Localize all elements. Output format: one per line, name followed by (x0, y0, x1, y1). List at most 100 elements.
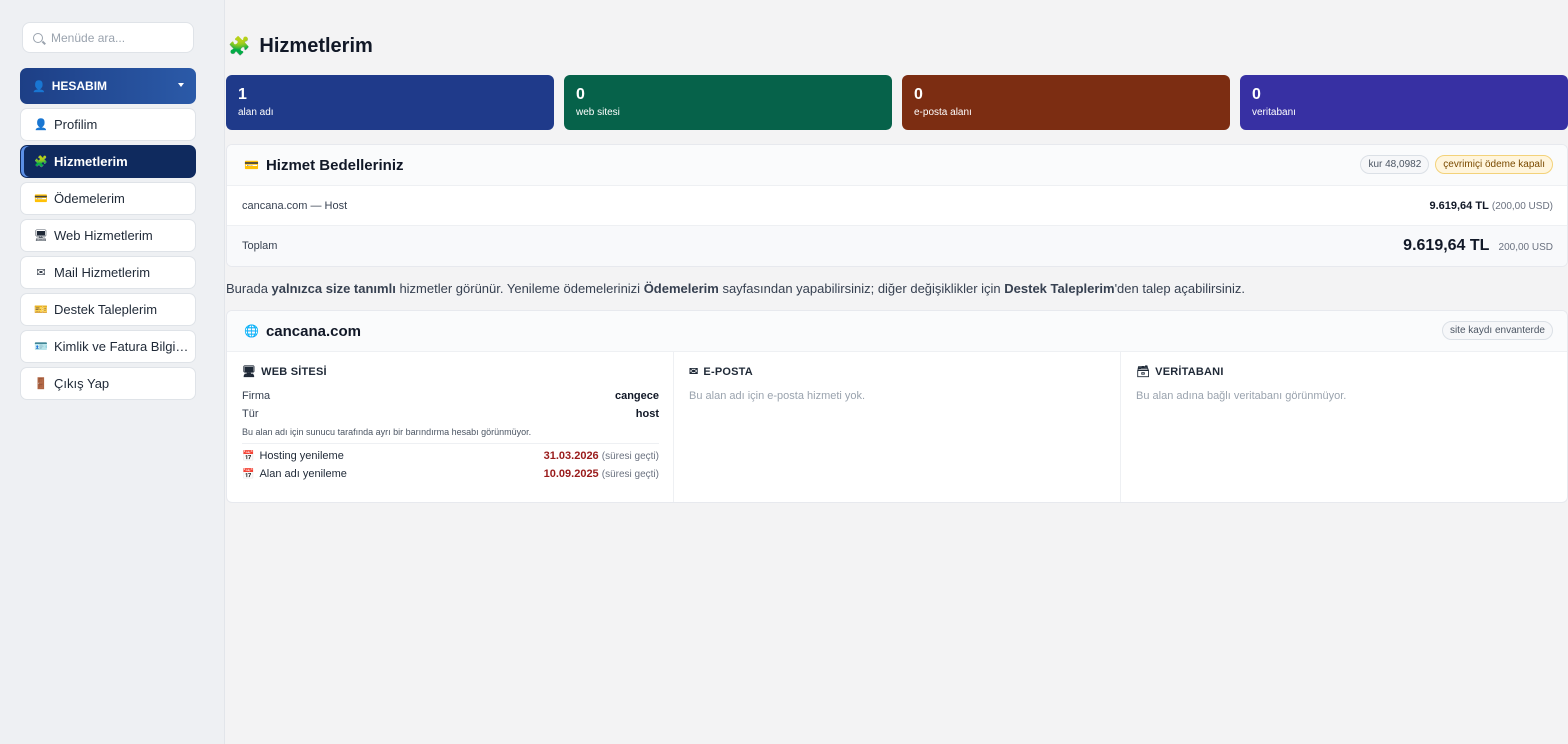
support-link-text: Destek Taleplerim (1004, 281, 1115, 296)
page-title-text: Hizmetlerim (259, 35, 373, 57)
website-title-text: WEB SİTESİ (261, 365, 327, 378)
email-empty-message: Bu alan adı için e-posta hizmeti yok. (689, 390, 866, 402)
online-payment-status-badge: çevrimiçi ödeme kapalı (1435, 155, 1553, 174)
domain-renewal-row: 📅 Alan adı yenileme 10.09.2025 (süresi ge… (242, 468, 659, 480)
domain-renewal-date: 10.09.2025 (543, 468, 599, 480)
website-section-title: 🖥 WEB SİTESİ (242, 365, 659, 379)
puzzle-icon: 🧩 (34, 156, 48, 168)
globe-icon: 🌐 (244, 324, 259, 338)
stat-domains: 1 alan adı (226, 75, 554, 130)
domain-renewal-status: (süresi geçti) (601, 469, 659, 480)
stat-label: alan adı (238, 107, 274, 118)
billing-card: 💳 Hizmet Bedelleriniz kur 48,0982 çevrim… (226, 144, 1568, 267)
email-column: ✉ E-POSTA Bu alan adı için e-posta hizme… (674, 352, 1121, 502)
account-section-label: HESABIM (51, 79, 108, 93)
sidebar-item-label: Hizmetlerim (54, 154, 128, 169)
payments-link-text: Ödemelerim (643, 281, 719, 296)
sidebar-item-label: Destek Taleplerim (54, 302, 158, 317)
billing-total-usd: 200,00 USD (1498, 242, 1553, 253)
sidebar-item-label: Profilim (54, 117, 98, 132)
stat-value: 1 (238, 86, 247, 103)
domain-services: 🖥 WEB SİTESİ Firma cangece Tür host Bu a… (227, 352, 1567, 502)
domain-badges: site kaydı envanterde (1441, 321, 1553, 340)
tur-label: Tür (242, 408, 259, 420)
sidebar-item-label: Web Hizmetlerim (54, 228, 153, 243)
monitor-icon: 🖥 (242, 366, 257, 378)
hosting-renewal-label: Hosting yenileme (259, 450, 344, 462)
email-section-title: ✉ E-POSTA (689, 365, 1106, 379)
stat-value: 0 (1252, 86, 1261, 103)
domain-name: cancana.com (265, 322, 361, 340)
database-section-title: 🗃 VERİTABANI (1136, 365, 1553, 379)
stat-value: 0 (914, 86, 923, 103)
sidebar-item-mail-hizmetlerim[interactable]: ✉ Mail Hizmetlerim (20, 256, 196, 289)
sidebar-item-web-hizmetlerim[interactable]: 🖥 Web Hizmetlerim (20, 219, 196, 252)
menu-search-input[interactable] (51, 30, 181, 45)
database-empty-message: Bu alan adına bağlı veritabanı görünmüyo… (1136, 390, 1347, 402)
domain-card: 🌐 cancana.com site kaydı envanterde 🖥 WE… (226, 310, 1568, 503)
hosting-renewal-row: 📅 Hosting yenileme 31.03.2026 (süresi geç… (242, 450, 659, 462)
website-column: 🖥 WEB SİTESİ Firma cangece Tür host Bu a… (227, 352, 674, 502)
chevron-down-icon (178, 83, 184, 87)
billing-line-amount: 9.619,64 TL (1429, 199, 1489, 212)
stat-websites: 0 web sitesi (564, 75, 892, 130)
billing-line-name: cancana.com — Host (242, 199, 348, 212)
stat-databases: 0 veritabanı (1240, 75, 1568, 130)
stat-label: veritabanı (1252, 107, 1296, 118)
info-note: Burada yalnızca size tanımlı hizmetler g… (226, 281, 1245, 296)
stat-label: e-posta alanı (914, 107, 972, 118)
monitor-icon: 🖥 (34, 230, 48, 242)
sidebar-item-kimlik-fatura[interactable]: 🪪 Kimlik ve Fatura Bilgileri (20, 330, 196, 363)
credit-card-icon: 💳 (34, 193, 48, 205)
page-title: 🧩 Hizmetlerim (228, 35, 373, 58)
note-emphasis: yalnızca size tanımlı (271, 281, 396, 296)
main-content: 🧩 Hizmetlerim 1 alan adı 0 web sitesi 0 … (226, 0, 1568, 744)
billing-card-header: 💳 Hizmet Bedelleriniz kur 48,0982 çevrim… (227, 145, 1567, 186)
account-section-toggle[interactable]: 👤 HESABIM (20, 68, 196, 104)
billing-total-amount: 9.619,64 TL (1403, 237, 1490, 254)
exchange-rate-badge: kur 48,0982 (1360, 155, 1430, 174)
id-card-icon: 🪪 (34, 341, 48, 353)
domain-renewal-label: Alan adı yenileme (259, 468, 347, 480)
envelope-icon: ✉ (689, 366, 699, 378)
stats-row: 1 alan adı 0 web sitesi 0 e-posta alanı … (226, 75, 1568, 130)
tur-value: host (635, 408, 659, 420)
billing-badges: kur 48,0982 çevrimiçi ödeme kapalı (1360, 155, 1553, 174)
billing-line-usd: (200,00 USD) (1491, 200, 1553, 212)
sidebar-item-destek-taleplerim[interactable]: 🎫 Destek Taleplerim (20, 293, 196, 326)
hosting-note: Bu alan adı için sunucu tarafında ayrı b… (242, 427, 659, 444)
sidebar-item-label: Kimlik ve Fatura Bilgileri (54, 339, 189, 354)
domain-card-header: 🌐 cancana.com site kaydı envanterde (227, 311, 1567, 352)
sidebar-nav: 👤 Profilim 🧩 Hizmetlerim 💳 Ödemelerim 🖥 … (20, 108, 196, 404)
user-icon: 👤 (32, 80, 46, 93)
stat-value: 0 (576, 86, 585, 103)
hosting-renewal-status: (süresi geçti) (601, 451, 659, 462)
search-icon (33, 32, 43, 43)
menu-search-box[interactable] (22, 22, 194, 53)
sidebar-item-profilim[interactable]: 👤 Profilim (20, 108, 196, 141)
billing-title: Hizmet Bedelleriniz (265, 156, 404, 174)
firma-row: Firma cangece (242, 390, 659, 402)
stat-email-domains: 0 e-posta alanı (902, 75, 1230, 130)
user-icon: 👤 (34, 119, 48, 131)
sidebar-item-odemelerim[interactable]: 💳 Ödemelerim (20, 182, 196, 215)
hosting-renewal-date: 31.03.2026 (543, 450, 599, 462)
stat-label: web sitesi (576, 107, 620, 118)
puzzle-icon: 🧩 (228, 36, 251, 56)
database-column: 🗃 VERİTABANI Bu alan adına bağlı veritab… (1121, 352, 1567, 502)
firma-value: cangece (614, 390, 659, 402)
envelope-icon: ✉ (36, 267, 46, 279)
note-text: 'den talep açabilirsiniz. (1114, 281, 1245, 296)
sidebar-item-label: Ödemelerim (54, 191, 125, 206)
firma-label: Firma (242, 390, 271, 402)
billing-total-row: Toplam 9.619,64 TL 200,00 USD (227, 226, 1567, 266)
sidebar-item-label: Çıkış Yap (54, 376, 110, 391)
email-title-text: E-POSTA (703, 365, 753, 378)
database-icon: 🗃 (1136, 366, 1151, 378)
note-text: hizmetler görünür. Yenileme ödemeleriniz… (395, 281, 644, 296)
note-text: Burada (226, 281, 272, 296)
calendar-icon: 📅 (242, 469, 255, 480)
inventory-badge: site kaydı envanterde (1441, 321, 1553, 340)
sidebar-item-cikis-yap[interactable]: 🚪 Çıkış Yap (20, 367, 196, 400)
sidebar-item-hizmetlerim[interactable]: 🧩 Hizmetlerim (20, 145, 196, 178)
